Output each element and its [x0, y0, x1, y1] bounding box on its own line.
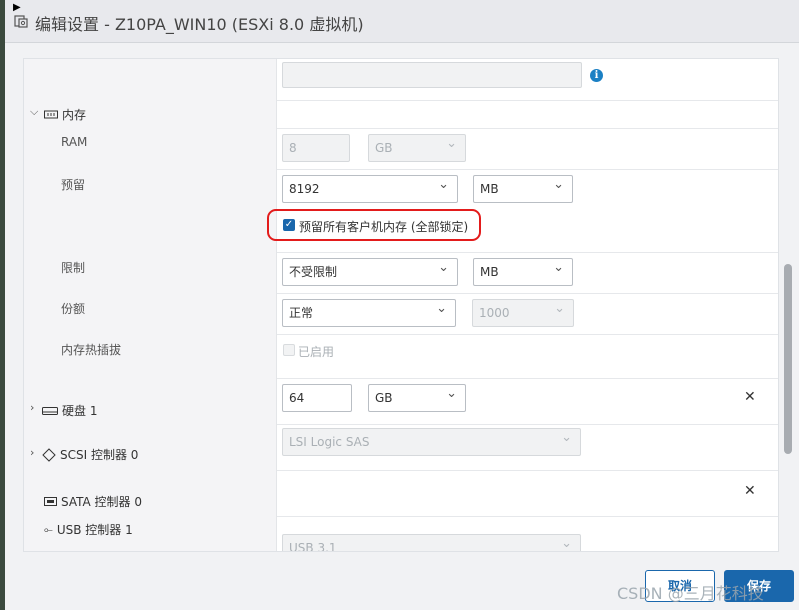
watermark: CSDN @三月花科技 — [617, 584, 764, 603]
annotation-highlight — [267, 209, 481, 241]
hot-plug-row: 内存热插拔 已启用 — [24, 334, 778, 379]
close-icon[interactable]: ✕ — [744, 483, 756, 499]
limit-row: 限制 不受限制 MB — [24, 252, 778, 294]
hot-plug-label: 内存热插拔 — [61, 343, 122, 357]
memory-section-header[interactable]: ⌵ 内存 — [24, 100, 778, 129]
chevron-right-icon[interactable]: › — [30, 446, 34, 459]
hard-disk-row[interactable]: › 硬盘 1 64 GB ✕ — [24, 378, 778, 425]
reservation-value-select[interactable]: 8192 — [282, 172, 458, 203]
limit-value-select[interactable]: 不受限制 — [282, 255, 458, 286]
settings-row-top: i — [24, 59, 778, 101]
reservation-label: 预留 — [61, 178, 86, 192]
chevron-down-icon[interactable]: ⌵ — [30, 105, 38, 119]
shares-label: 份额 — [61, 302, 86, 316]
reservation-unit-select[interactable]: MB — [473, 172, 573, 203]
hot-plug-checkbox-label: 已启用 — [298, 345, 335, 359]
edit-settings-dialog: ▶ 编辑设置 - Z10PA_WIN10 (ESXi 8.0 虚拟机) i ⌵ … — [5, 0, 799, 610]
sata-label: SATA 控制器 0 — [61, 495, 142, 509]
hard-disk-label: 硬盘 1 — [62, 404, 98, 418]
ram-label: RAM — [61, 135, 88, 149]
scsi-icon — [42, 447, 56, 462]
info-icon[interactable]: i — [590, 69, 603, 82]
limit-unit-select[interactable]: MB — [473, 255, 573, 286]
disk-icon — [42, 406, 58, 415]
chevron-right-icon[interactable]: › — [30, 401, 34, 414]
hot-plug-checkbox[interactable] — [283, 344, 295, 356]
ram-value-input[interactable]: 8 — [282, 134, 350, 162]
cursor-icon: ▶ — [13, 2, 21, 13]
hard-disk-size-input[interactable]: 64 — [282, 384, 352, 412]
scsi-label: SCSI 控制器 0 — [60, 448, 139, 462]
dialog-titlebar: ▶ 编辑设置 - Z10PA_WIN10 (ESXi 8.0 虚拟机) — [5, 0, 799, 43]
dialog-title: 编辑设置 - Z10PA_WIN10 (ESXi 8.0 虚拟机) — [35, 15, 364, 34]
scsi-row[interactable]: › SCSI 控制器 0 LSI Logic SAS — [24, 424, 778, 471]
vm-settings-icon — [14, 15, 28, 28]
usb-row: ⟜ USB 控制器 1 USB 3.1 — [24, 516, 778, 551]
usb-label: USB 控制器 1 — [56, 523, 133, 537]
limit-label: 限制 — [61, 261, 86, 275]
shares-level-select[interactable]: 正常 — [282, 296, 456, 327]
usb-type-select[interactable]: USB 3.1 — [282, 531, 581, 551]
memory-icon — [44, 110, 58, 118]
shares-row: 份额 正常 1000 — [24, 293, 778, 335]
sata-row: SATA 控制器 0 ✕ — [24, 470, 778, 517]
settings-panel: i ⌵ 内存 RAM 8 GB 预留 8192 MB — [23, 58, 779, 552]
ram-row: RAM 8 GB — [24, 128, 778, 170]
ram-unit-select[interactable]: GB — [368, 131, 466, 162]
sata-icon — [44, 497, 57, 506]
scrollbar-thumb[interactable] — [784, 264, 792, 454]
usb-icon: ⟜ — [44, 522, 53, 536]
memory-label: 内存 — [62, 108, 87, 122]
hard-disk-unit-select[interactable]: GB — [368, 381, 466, 412]
shares-number-select[interactable]: 1000 — [472, 296, 574, 327]
close-icon[interactable]: ✕ — [744, 389, 756, 405]
top-field-input[interactable] — [282, 62, 582, 88]
scsi-type-select[interactable]: LSI Logic SAS — [282, 425, 581, 456]
